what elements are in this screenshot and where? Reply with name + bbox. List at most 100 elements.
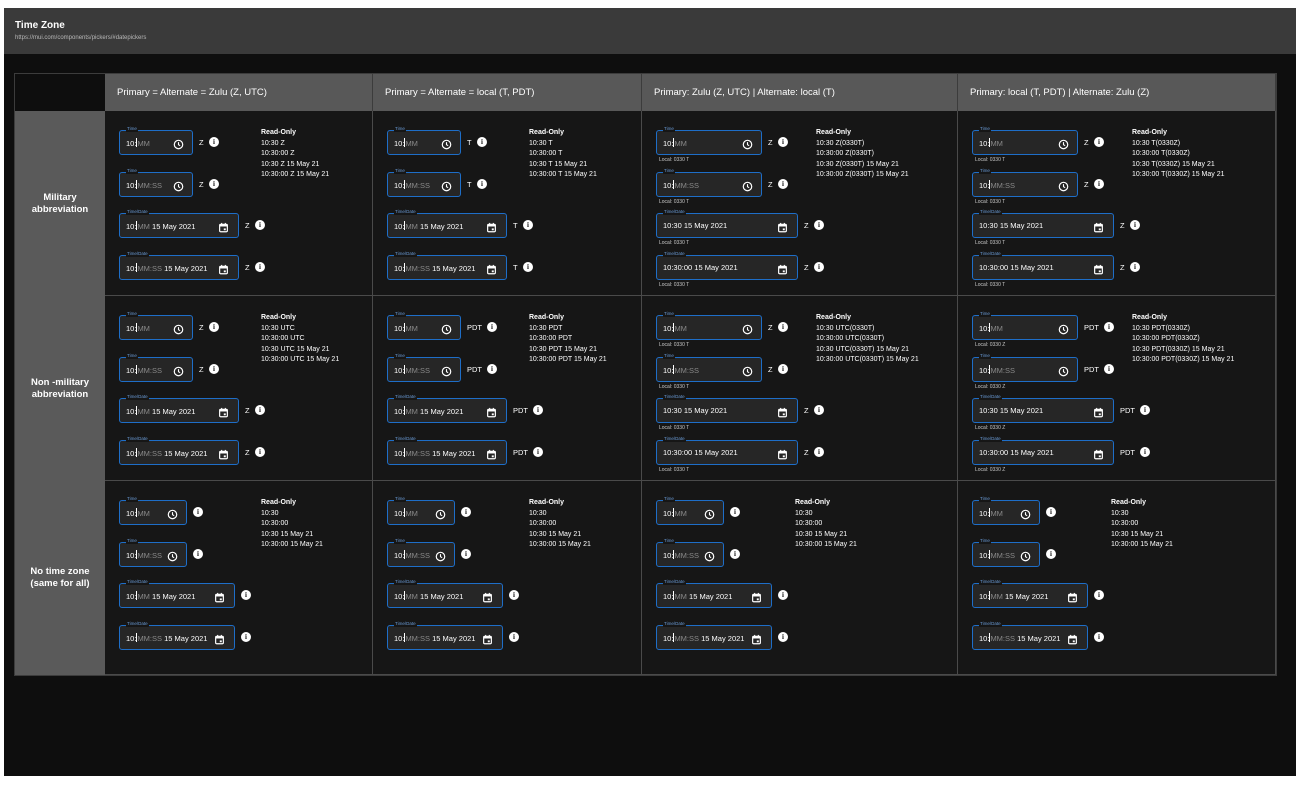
field-value[interactable]: 10:MM (126, 138, 150, 148)
field-value[interactable]: 10:MM:SS (979, 549, 1015, 560)
field-value[interactable]: 10:30:00 15 May 2021 (979, 263, 1054, 272)
info-icon[interactable] (1104, 363, 1114, 374)
calendar-icon[interactable] (214, 632, 225, 644)
calendar-icon[interactable] (486, 447, 497, 459)
calendar-icon[interactable] (482, 590, 493, 603)
clock-icon[interactable] (742, 364, 753, 376)
info-icon[interactable] (193, 507, 203, 517)
field-value[interactable]: 10:MM:SS 15 May 2021 (394, 262, 475, 273)
info-icon[interactable] (1130, 261, 1140, 272)
clock-icon[interactable] (173, 322, 184, 335)
time-field[interactable]: Time 10:MM (119, 311, 193, 340)
time-field[interactable]: Time 10:MM (972, 496, 1040, 525)
field-value[interactable]: 10:MM:SS (126, 549, 162, 560)
info-icon[interactable] (209, 137, 219, 147)
time-field[interactable]: Time 10:MM:SS (972, 167, 1078, 197)
info-icon[interactable] (1140, 405, 1150, 415)
info-icon[interactable] (255, 405, 265, 415)
info-icon[interactable] (209, 178, 219, 189)
clock-icon[interactable] (167, 549, 178, 561)
info-icon[interactable] (255, 446, 265, 457)
time-date-field[interactable]: Time/Date 10:MM 15 May 2021 (119, 579, 235, 608)
time-field[interactable]: Time 10:MM:SS (656, 537, 724, 567)
clock-icon[interactable] (173, 137, 184, 150)
calendar-icon[interactable] (751, 590, 762, 603)
info-icon[interactable] (1140, 446, 1150, 457)
time-date-field[interactable]: Time/Date 10:MM 15 May 2021 (119, 394, 239, 423)
field-value[interactable]: 10:30:00 15 May 2021 (663, 448, 738, 457)
clock-icon[interactable] (1020, 507, 1031, 520)
field-value[interactable]: 10:MM 15 May 2021 (126, 221, 195, 231)
field-value[interactable]: 10:MM:SS (394, 364, 430, 375)
calendar-icon[interactable] (486, 405, 497, 418)
field-value[interactable]: 10:MM:SS (979, 364, 1015, 375)
calendar-icon[interactable] (218, 405, 229, 418)
info-icon[interactable] (533, 405, 543, 415)
info-icon[interactable] (477, 137, 487, 147)
field-value[interactable]: 10:MM 15 May 2021 (663, 591, 732, 601)
info-icon[interactable] (730, 507, 740, 517)
info-icon[interactable] (255, 220, 265, 230)
time-field[interactable]: Time 10:MM (387, 496, 455, 525)
clock-icon[interactable] (742, 137, 753, 150)
field-value[interactable]: 10:30 15 May 2021 (979, 221, 1043, 230)
clock-icon[interactable] (173, 364, 184, 376)
field-value[interactable]: 10:MM 15 May 2021 (126, 406, 195, 416)
field-value[interactable]: 10:30:00 15 May 2021 (979, 448, 1054, 457)
info-icon[interactable] (1094, 137, 1104, 147)
time-date-field[interactable]: Time/Date 10:MM 15 May 2021 (656, 579, 772, 608)
info-icon[interactable] (461, 507, 471, 517)
field-value[interactable]: 10:MM:SS 15 May 2021 (126, 447, 207, 458)
calendar-icon[interactable] (1093, 220, 1104, 233)
time-date-field[interactable]: Time/Date 10:30:00 15 May 2021 (656, 250, 798, 280)
clock-icon[interactable] (435, 507, 446, 520)
info-icon[interactable] (509, 590, 519, 600)
info-icon[interactable] (778, 178, 788, 189)
field-value[interactable]: 10:30:00 15 May 2021 (663, 263, 738, 272)
time-date-field[interactable]: Time/Date 10:MM 15 May 2021 (387, 209, 507, 238)
time-field[interactable]: Time 10:MM (656, 126, 762, 155)
field-value[interactable]: 10:MM:SS 15 May 2021 (126, 262, 207, 273)
calendar-icon[interactable] (482, 632, 493, 644)
field-value[interactable]: 10:MM:SS (663, 549, 699, 560)
field-value[interactable]: 10:MM:SS 15 May 2021 (126, 632, 207, 643)
clock-icon[interactable] (1058, 179, 1069, 191)
info-icon[interactable] (778, 137, 788, 147)
field-value[interactable]: 10:MM (126, 508, 150, 518)
time-field[interactable]: Time 10:MM (656, 311, 762, 340)
info-icon[interactable] (814, 446, 824, 457)
calendar-icon[interactable] (1093, 447, 1104, 459)
field-value[interactable]: 10:MM:SS (126, 364, 162, 375)
calendar-icon[interactable] (218, 220, 229, 233)
calendar-icon[interactable] (777, 220, 788, 233)
info-icon[interactable] (1094, 631, 1104, 642)
field-value[interactable]: 10:MM (394, 323, 418, 333)
info-icon[interactable] (814, 405, 824, 415)
clock-icon[interactable] (435, 549, 446, 561)
info-icon[interactable] (209, 322, 219, 332)
time-date-field[interactable]: Time/Date 10:30 15 May 2021 (656, 394, 798, 423)
field-value[interactable]: 10:MM (126, 323, 150, 333)
time-field[interactable]: Time 10:MM (656, 496, 724, 525)
info-icon[interactable] (1094, 178, 1104, 189)
time-date-field[interactable]: Time/Date 10:MM:SS 15 May 2021 (387, 250, 507, 280)
clock-icon[interactable] (1058, 137, 1069, 150)
info-icon[interactable] (533, 446, 543, 457)
calendar-icon[interactable] (1067, 632, 1078, 644)
info-icon[interactable] (1094, 590, 1104, 600)
field-value[interactable]: 10:30 15 May 2021 (979, 406, 1043, 415)
time-date-field[interactable]: Time/Date 10:MM 15 May 2021 (387, 579, 503, 608)
field-value[interactable]: 10:30 15 May 2021 (663, 406, 727, 415)
clock-icon[interactable] (1058, 364, 1069, 376)
time-field[interactable]: Time 10:MM:SS (656, 167, 762, 197)
field-value[interactable]: 10:MM:SS (394, 549, 430, 560)
info-icon[interactable] (778, 590, 788, 600)
field-value[interactable]: 10:MM 15 May 2021 (979, 591, 1048, 601)
clock-icon[interactable] (441, 179, 452, 191)
field-value[interactable]: 10:MM:SS (126, 179, 162, 190)
time-field[interactable]: Time 10:MM:SS (119, 537, 187, 567)
clock-icon[interactable] (441, 137, 452, 150)
field-value[interactable]: 10:MM:SS (663, 364, 699, 375)
time-field[interactable]: Time 10:MM (119, 496, 187, 525)
field-value[interactable]: 10:MM:SS 15 May 2021 (979, 632, 1060, 643)
